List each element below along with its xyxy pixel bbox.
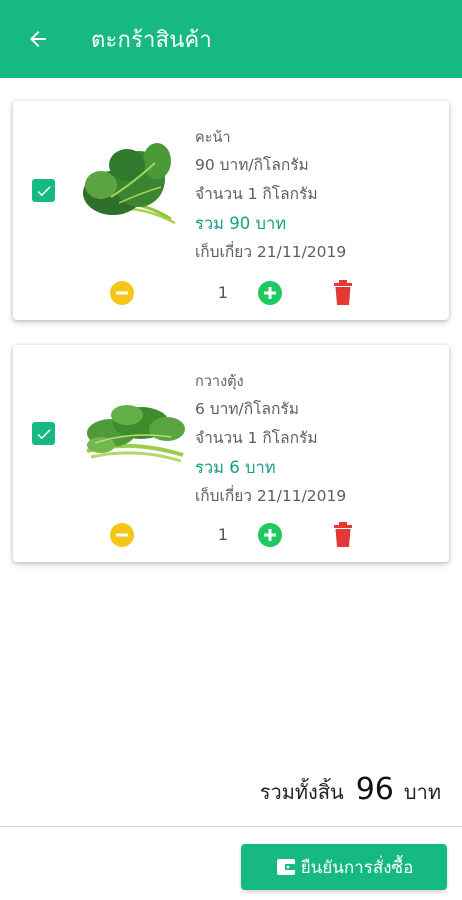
minus-circle-icon [110, 281, 134, 305]
select-item-checkbox[interactable] [32, 179, 55, 202]
wallet-icon [275, 856, 297, 878]
quantity-value: 1 [217, 525, 229, 544]
product-total: รวม 6 บาท [195, 458, 276, 477]
delete-item-button[interactable] [332, 280, 354, 310]
arrow-left-icon [30, 31, 46, 47]
grand-total-unit: บาท [403, 780, 441, 804]
decrease-quantity-button[interactable] [109, 280, 135, 310]
product-quantity-text: จำนวน 1 กิโลกรัม [195, 429, 318, 447]
cart-item-card: คะน้า 90 บาท/กิโลกรัม จำนวน 1 กิโลกรัม ร… [13, 101, 449, 320]
item-actions: 1 [13, 280, 449, 308]
quantity-value: 1 [217, 283, 229, 302]
product-info: กวางตุ้ง 6 บาท/กิโลกรัม จำนวน 1 กิโลกรัม… [195, 369, 346, 511]
product-image-kale [83, 143, 176, 225]
product-name: กวางตุ้ง [195, 374, 244, 390]
confirm-order-button[interactable]: ยืนยันการสั่งซื้อ [241, 844, 447, 890]
harvest-date: เก็บเกี่ยว 21/11/2019 [195, 243, 347, 261]
item-actions: 1 [13, 522, 449, 550]
product-info: คะน้า 90 บาท/กิโลกรัม จำนวน 1 กิโลกรัม ร… [195, 125, 346, 267]
increase-quantity-button[interactable] [257, 280, 283, 310]
page-title: ตะกร้าสินค้า [91, 27, 212, 53]
grand-total: รวมทั้งสิ้น 96 บาท [260, 772, 441, 808]
delete-item-button[interactable] [332, 522, 354, 552]
select-item-checkbox[interactable] [32, 422, 55, 445]
bottom-divider [0, 826, 462, 827]
decrease-quantity-button[interactable] [109, 522, 135, 552]
check-icon [37, 428, 51, 439]
plus-circle-icon [258, 281, 282, 305]
increase-quantity-button[interactable] [257, 522, 283, 552]
grand-total-value: 96 [355, 772, 394, 807]
confirm-order-label: ยืนยันการสั่งซื้อ [300, 857, 414, 878]
plus-circle-icon [258, 523, 282, 547]
product-quantity-text: จำนวน 1 กิโลกรัม [195, 185, 318, 203]
cart-item-card: กวางตุ้ง 6 บาท/กิโลกรัม จำนวน 1 กิโลกรัม… [13, 345, 449, 562]
product-price: 90 บาท/กิโลกรัม [195, 156, 309, 174]
grand-total-label: รวมทั้งสิ้น [259, 780, 344, 804]
check-icon [37, 185, 51, 196]
product-name: คะน้า [195, 130, 231, 146]
app-bar: ตะกร้าสินค้า [0, 0, 462, 78]
product-image-choy-sum [86, 405, 185, 463]
trash-icon [334, 522, 352, 547]
trash-icon [334, 280, 352, 305]
minus-circle-icon [110, 523, 134, 547]
product-total: รวม 90 บาท [195, 214, 287, 233]
harvest-date: เก็บเกี่ยว 21/11/2019 [195, 487, 347, 505]
back-button[interactable] [13, 14, 63, 64]
product-price: 6 บาท/กิโลกรัม [195, 400, 299, 418]
